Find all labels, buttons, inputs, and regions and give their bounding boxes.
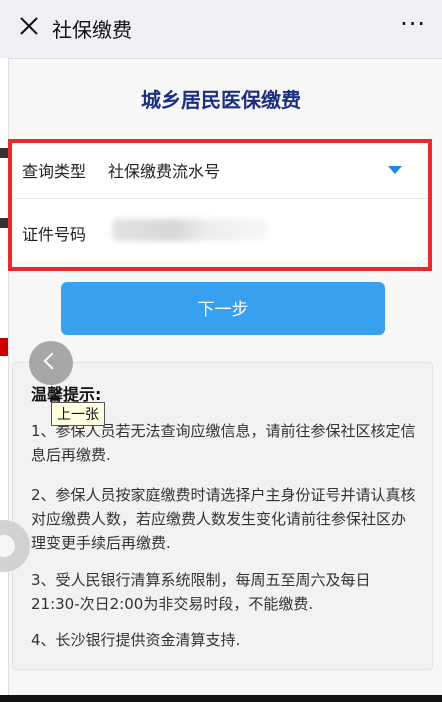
previous-image-button[interactable] <box>29 341 73 385</box>
id-number-label: 证件号码 <box>22 225 87 244</box>
redacted-id-value <box>112 219 268 241</box>
close-icon[interactable] <box>18 15 40 37</box>
notice-item: 4、长沙银行提供资金清算支持. <box>31 631 241 649</box>
more-icon[interactable]: ··· <box>400 10 426 38</box>
next-step-button[interactable]: 下一步 <box>61 282 385 335</box>
query-type-value: 社保缴费流水号 <box>108 162 221 181</box>
chevron-left-icon <box>43 352 61 370</box>
notice-item: 3、受人民银行清算系统限制，每周五至周六及每日21:30-次日2:00为非交易时… <box>31 571 371 613</box>
background-page-edge <box>0 58 9 702</box>
bottom-edge <box>0 695 442 702</box>
previous-tooltip: 上一张 <box>51 402 105 426</box>
query-form: 查询类型 社保缴费流水号 证件号码 <box>14 136 428 262</box>
notice-item: 1、参保人员若无法查询应缴信息，请前往参保社区核定信息后再缴费. <box>31 422 416 464</box>
window-title: 社保缴费 <box>52 18 132 42</box>
id-number-row: 证件号码 <box>14 199 428 261</box>
notice-item: 2、参保人员按家庭缴费时请选择户主身份证号并请认真核对应缴费人数，若应缴费人数发… <box>31 486 416 552</box>
query-type-label: 查询类型 <box>22 162 87 181</box>
top-bar: 社保缴费 ··· <box>0 0 442 59</box>
page-title: 城乡居民医保缴费 <box>141 88 301 112</box>
chevron-down-icon[interactable] <box>388 166 402 174</box>
query-type-select[interactable]: 查询类型 社保缴费流水号 <box>14 136 428 199</box>
